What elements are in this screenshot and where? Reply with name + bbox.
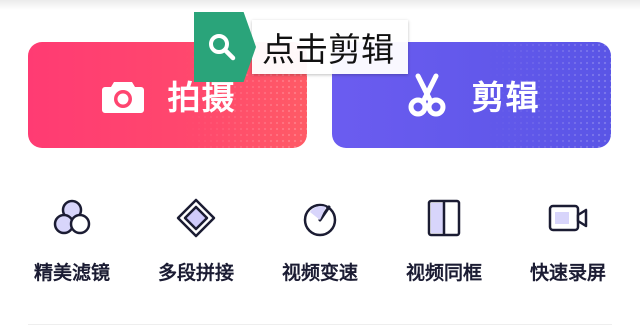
edit-tooltip[interactable]: 点击剪辑 [194, 12, 450, 82]
tool-filter[interactable]: 精美滤镜 [13, 196, 131, 285]
tool-split-screen[interactable]: 视频同框 [385, 196, 503, 285]
tool-label: 多段拼接 [157, 262, 234, 284]
tooltip-tag [194, 12, 256, 82]
search-icon [209, 34, 236, 61]
tool-label: 视频同框 [405, 262, 482, 284]
splice-icon [176, 198, 216, 238]
tool-speed[interactable]: 视频变速 [261, 196, 379, 285]
tool-label: 视频变速 [281, 262, 358, 284]
tool-splice[interactable]: 多段拼接 [137, 196, 255, 285]
split-screen-icon [427, 199, 461, 237]
edit-label: 剪辑 [471, 78, 540, 117]
camera-icon [101, 82, 144, 113]
tooltip-text: 点击剪辑 [252, 20, 408, 74]
tool-label: 快速录屏 [529, 262, 606, 284]
tool-row: 精美滤镜 多段拼接 视频变速 视频同框 快速录屏 [0, 196, 640, 285]
tool-label: 精美滤镜 [33, 262, 110, 284]
filter-icon [53, 199, 91, 235]
divider [28, 324, 612, 325]
speed-icon [303, 203, 337, 237]
top-shadow [0, 0, 640, 10]
tool-screen-record[interactable]: 快速录屏 [509, 196, 627, 285]
screen-record-icon [548, 204, 588, 232]
